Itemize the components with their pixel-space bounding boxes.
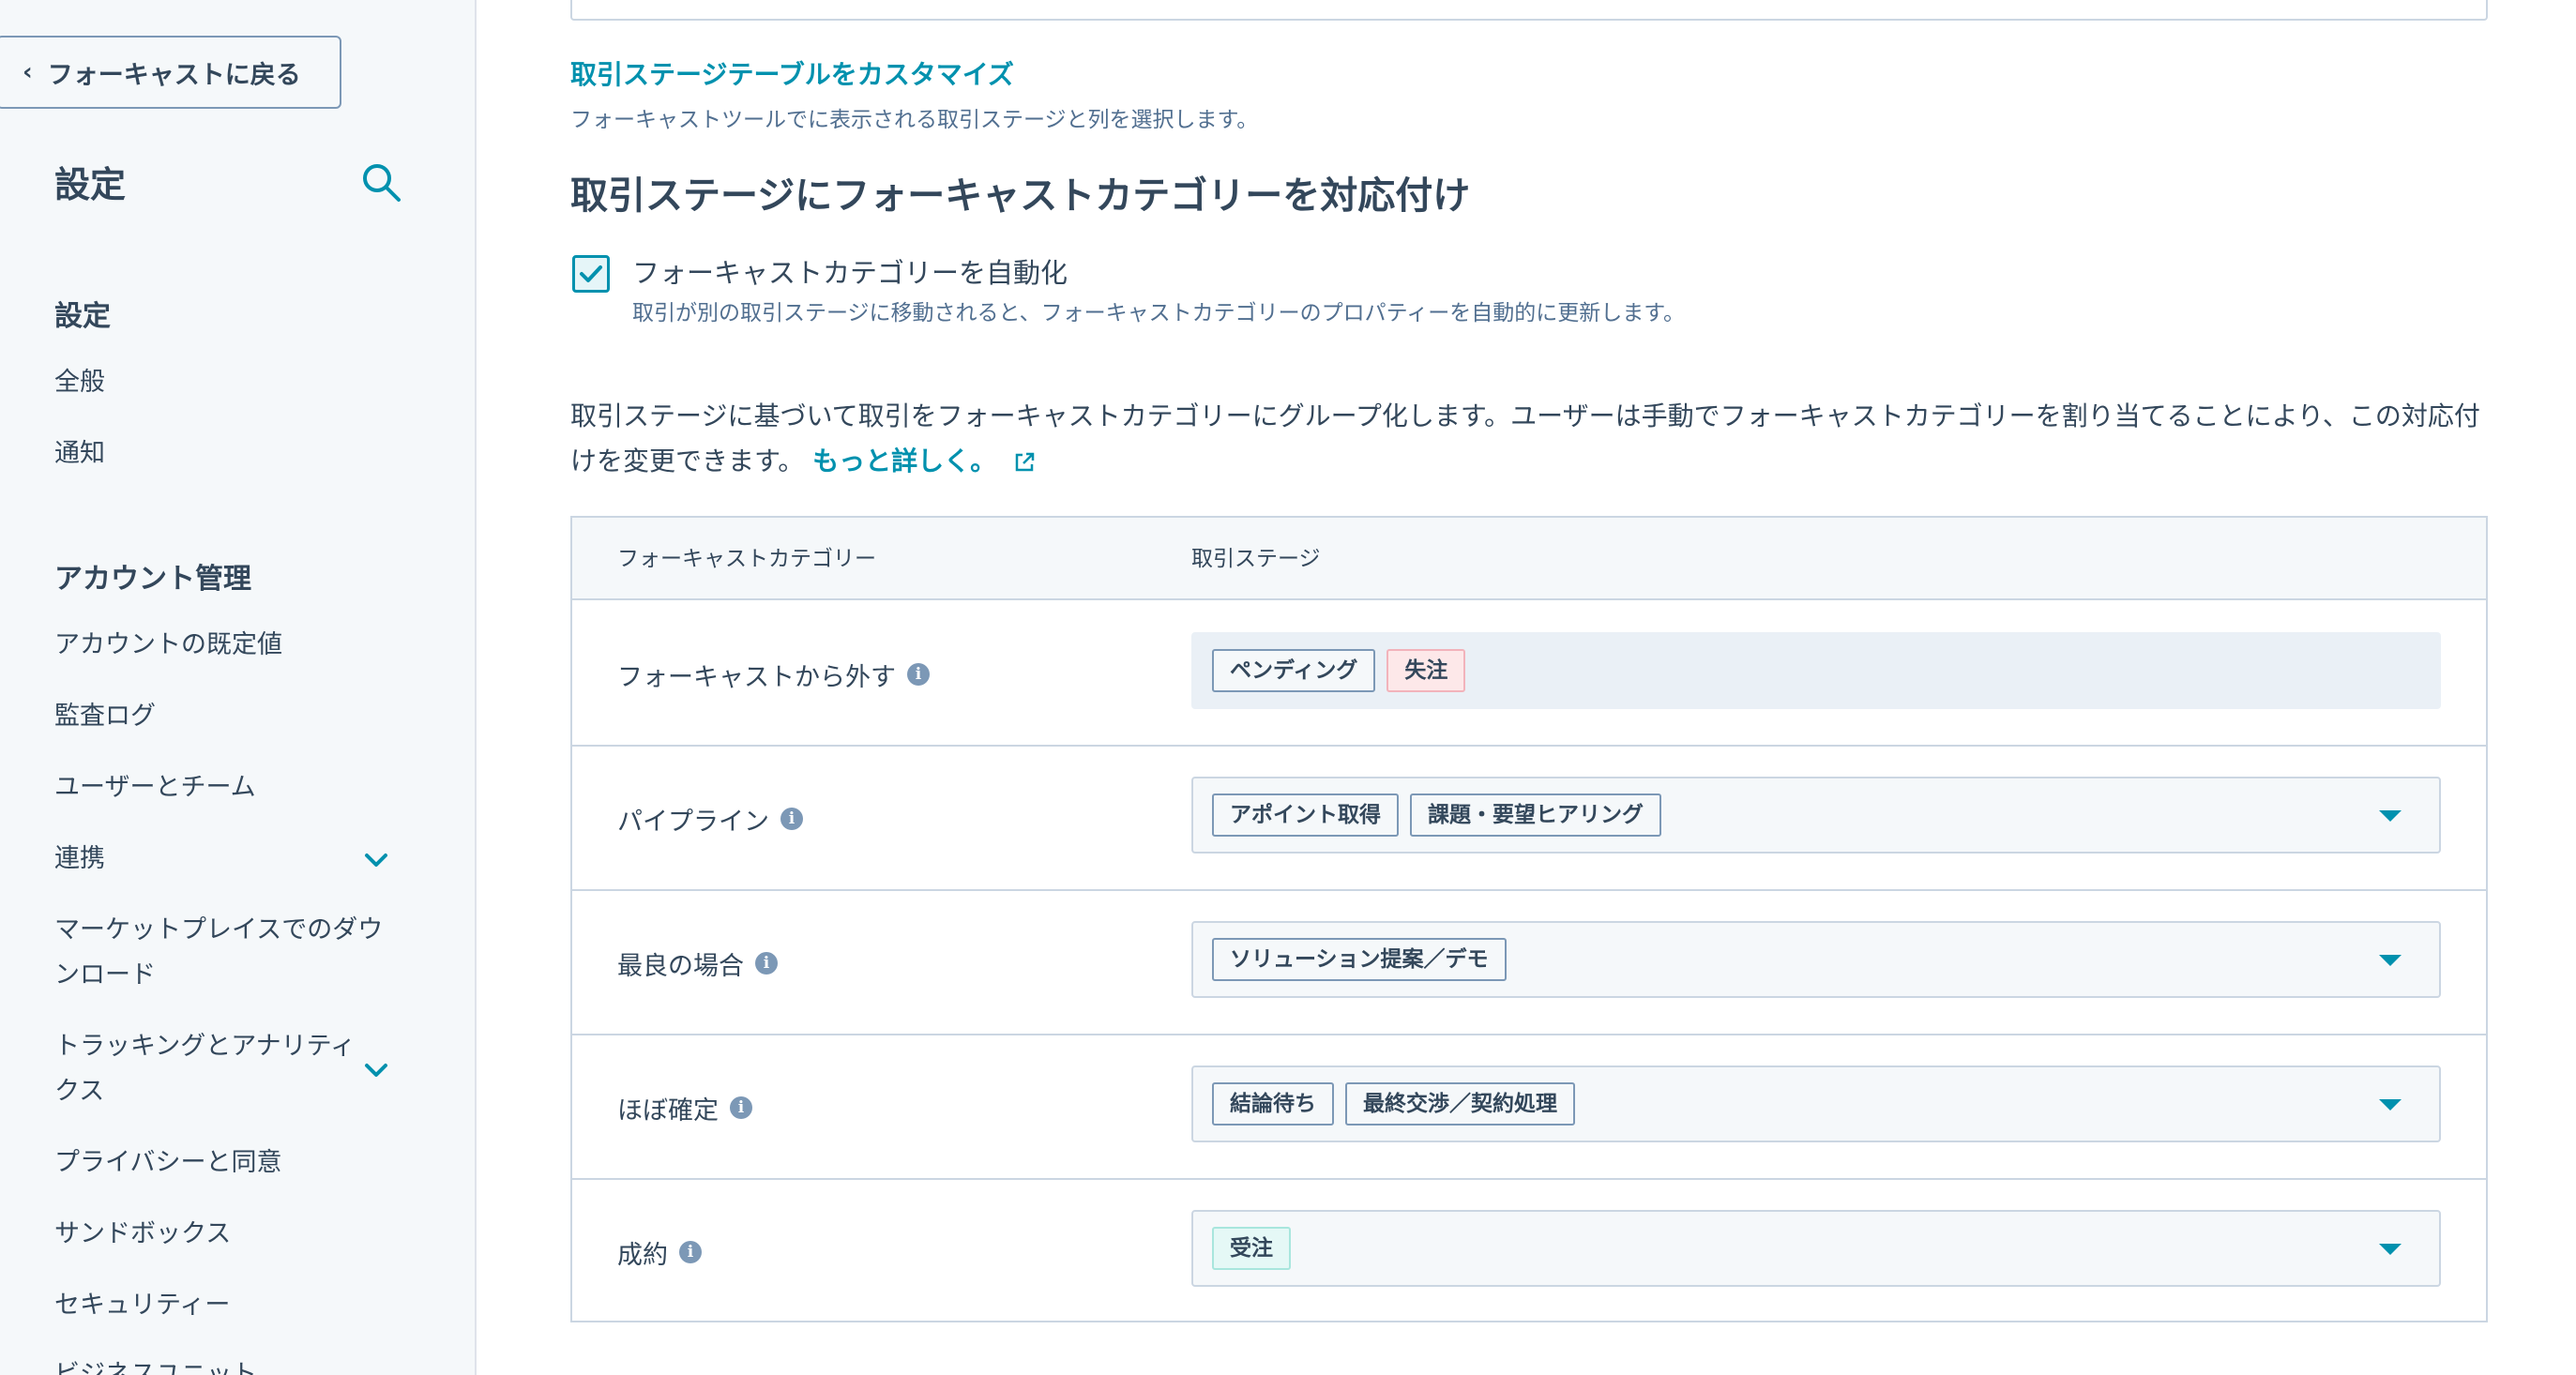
- check-icon: [580, 265, 602, 282]
- header-forecast-category: フォーキャストカテゴリー: [617, 547, 876, 571]
- table-row: ほぼ確定 i 結論待ち 最終交渉／契約処理: [572, 1035, 2486, 1180]
- stage-tag: 課題・要望ヒアリング: [1410, 793, 1661, 837]
- table-row: 最良の場合 i ソリューション提案／デモ: [572, 891, 2486, 1035]
- deal-stage-select[interactable]: 結論待ち 最終交渉／契約処理: [1191, 1065, 2441, 1142]
- mapping-explanation: 取引ステージに基づいて取引をフォーキャストカテゴリーにグループ化します。ユーザー…: [570, 394, 2488, 484]
- category-name: ほぼ確定: [617, 1095, 719, 1126]
- category-label: 成約 i: [617, 1180, 702, 1324]
- caret-down-icon[interactable]: [2379, 810, 2402, 822]
- sidebar-title: 設定: [54, 164, 127, 205]
- sidebar-item-audit-log[interactable]: 監査ログ: [54, 694, 411, 739]
- stage-tag: 結論待ち: [1212, 1082, 1334, 1126]
- learn-more-link[interactable]: もっと詳しく。: [812, 446, 996, 476]
- stage-tag: 失注: [1386, 649, 1466, 692]
- stage-tag: ソリューション提案／デモ: [1212, 938, 1507, 981]
- table-row: 成約 i 受注: [572, 1180, 2486, 1324]
- category-label: ほぼ確定 i: [617, 1035, 752, 1180]
- chevron-down-icon[interactable]: [362, 1056, 390, 1084]
- section-heading-settings: 設定: [54, 300, 111, 333]
- category-name: 成約: [617, 1240, 668, 1270]
- sidebar-item-tracking-analytics[interactable]: トラッキングとアナリティクス: [54, 1024, 364, 1114]
- sidebar-item-account-defaults[interactable]: アカウントの既定値: [54, 623, 411, 668]
- deal-stage-select[interactable]: 受注: [1191, 1210, 2441, 1287]
- automate-categories-label: フォーキャストカテゴリーを自動化: [632, 257, 1068, 289]
- table-header: フォーキャストカテゴリー 取引ステージ: [572, 518, 2486, 600]
- sidebar-item-integrations[interactable]: 連携: [54, 837, 411, 882]
- sidebar-item-business-units[interactable]: ビジネスユニット: [54, 1352, 411, 1375]
- category-name: フォーキャストから外す: [617, 662, 896, 692]
- category-label: 最良の場合 i: [617, 891, 778, 1035]
- external-link-icon[interactable]: [1012, 450, 1037, 475]
- table-row: パイプライン i アポイント取得 課題・要望ヒアリング: [572, 747, 2486, 891]
- section-title: 取引ステージにフォーキャストカテゴリーを対応付け: [570, 174, 1471, 218]
- sidebar-item-sandboxes[interactable]: サンドボックス: [54, 1212, 411, 1257]
- category-name: 最良の場合: [617, 951, 744, 981]
- stage-tag: ペンディング: [1212, 649, 1376, 692]
- chevron-left-icon: ‹: [23, 58, 33, 86]
- forecast-category-table: フォーキャストカテゴリー 取引ステージ フォーキャストから外す i ペンディング…: [570, 516, 2488, 1322]
- back-to-forecast-button[interactable]: ‹ フォーキャストに戻る: [0, 36, 341, 109]
- info-icon[interactable]: i: [679, 1241, 702, 1263]
- category-label: フォーキャストから外す i: [617, 602, 930, 747]
- deal-stage-select[interactable]: アポイント取得 課題・要望ヒアリング: [1191, 777, 2441, 854]
- automate-categories-description: 取引が別の取引ステージに移動されると、フォーキャストカテゴリーのプロパティーを自…: [632, 301, 1685, 325]
- stage-tag: 最終交渉／契約処理: [1345, 1082, 1575, 1126]
- info-icon[interactable]: i: [730, 1096, 752, 1119]
- caret-down-icon[interactable]: [2379, 1244, 2402, 1255]
- deal-stage-select[interactable]: ソリューション提案／デモ: [1191, 921, 2441, 998]
- sidebar-item-users-teams[interactable]: ユーザーとチーム: [54, 765, 411, 810]
- category-name: パイプライン: [617, 807, 769, 837]
- deal-stage-select: ペンディング 失注: [1191, 632, 2441, 709]
- automate-categories-checkbox[interactable]: [572, 255, 610, 293]
- main-content: 取引ステージテーブルをカスタマイズ フォーキャストツールでに表示される取引ステー…: [570, 0, 2488, 1375]
- sidebar-item-privacy-consent[interactable]: プライバシーと同意: [54, 1141, 411, 1186]
- sidebar-item-marketplace-downloads[interactable]: マーケットプレイスでのダウンロード: [54, 908, 392, 998]
- stage-tag: 受注: [1212, 1227, 1291, 1270]
- stage-tag: アポイント取得: [1212, 793, 1399, 837]
- info-icon[interactable]: i: [755, 952, 778, 975]
- sidebar-item-general[interactable]: 全般: [54, 360, 411, 405]
- info-icon[interactable]: i: [907, 663, 930, 686]
- caret-down-icon[interactable]: [2379, 1099, 2402, 1111]
- back-button-label: フォーキャストに戻る: [47, 60, 301, 90]
- chevron-down-icon[interactable]: [362, 846, 390, 874]
- info-icon[interactable]: i: [780, 808, 803, 830]
- header-deal-stage: 取引ステージ: [1191, 547, 1321, 571]
- customize-deal-stage-table-link[interactable]: 取引ステージテーブルをカスタマイズ: [570, 54, 1014, 92]
- search-icon[interactable]: [360, 161, 402, 203]
- category-label: パイプライン i: [617, 747, 803, 891]
- previous-card-edge: [570, 0, 2488, 21]
- settings-sidebar: ‹ フォーキャストに戻る 設定 設定 全般 通知 アカウント管理 アカウントの既…: [0, 0, 477, 1375]
- section-heading-account-management: アカウント管理: [54, 563, 251, 596]
- caret-down-icon[interactable]: [2379, 955, 2402, 966]
- customize-description: フォーキャストツールでに表示される取引ステージと列を選択します。: [570, 108, 1259, 132]
- sidebar-item-notifications[interactable]: 通知: [54, 431, 411, 476]
- table-row: フォーキャストから外す i ペンディング 失注: [572, 602, 2486, 747]
- sidebar-item-security[interactable]: セキュリティー: [54, 1283, 411, 1328]
